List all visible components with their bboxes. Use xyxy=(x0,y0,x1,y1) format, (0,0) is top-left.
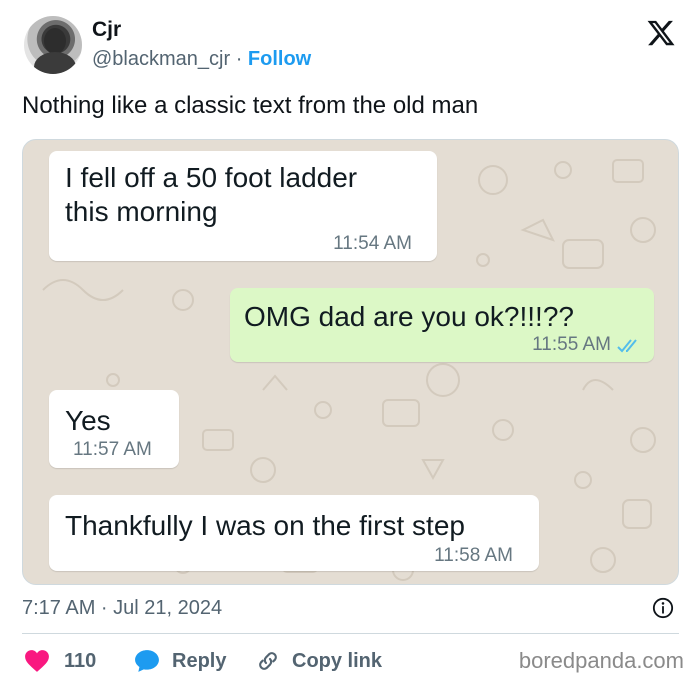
avatar[interactable] xyxy=(24,16,82,74)
chat-message-incoming: Yes 11:57 AM xyxy=(49,390,179,468)
message-time: 11:55 AM xyxy=(532,334,611,355)
divider xyxy=(22,633,679,634)
like-count: 110 xyxy=(64,649,97,672)
tweet-timestamp[interactable]: 7:17 AM · Jul 21, 2024 xyxy=(22,597,222,620)
avatar-head-shape xyxy=(44,28,66,54)
reply-bubble-icon xyxy=(135,650,159,672)
tweet-text: Nothing like a classic text from the old… xyxy=(22,92,479,119)
tweet-media-chat-screenshot[interactable]: I fell off a 50 foot ladder this morning… xyxy=(22,139,679,585)
x-logo-icon[interactable] xyxy=(646,18,676,48)
info-icon[interactable] xyxy=(652,597,674,619)
author-display-name[interactable]: Cjr xyxy=(92,18,121,42)
message-time: 11:57 AM xyxy=(73,439,152,460)
chat-message-outgoing: OMG dad are you ok?!!!?? 11:55 AM xyxy=(230,288,654,362)
like-button[interactable]: 110 xyxy=(24,646,96,676)
follow-button[interactable]: Follow xyxy=(248,48,311,70)
heart-icon xyxy=(25,650,49,672)
message-time: 11:54 AM xyxy=(333,233,412,254)
message-line: I fell off a 50 foot ladder xyxy=(65,162,358,193)
copy-link-button[interactable]: Copy link xyxy=(256,646,382,676)
message-time: 11:58 AM xyxy=(434,545,513,566)
chat-message-incoming: Thankfully I was on the first step 11:58… xyxy=(49,495,539,571)
link-icon xyxy=(259,652,277,670)
avatar-body-shape xyxy=(34,52,76,74)
chat-message-incoming: I fell off a 50 foot ladder this morning… xyxy=(49,151,437,261)
handle-separator: · xyxy=(235,48,243,70)
reply-label: Reply xyxy=(172,649,227,672)
message-text: I fell off a 50 foot ladder this morning xyxy=(65,161,357,229)
reply-button[interactable]: Reply xyxy=(134,646,226,676)
message-line: this morning xyxy=(65,196,218,227)
double-check-icon xyxy=(617,339,637,353)
watermark: boredpanda.com xyxy=(518,648,684,673)
copy-link-label: Copy link xyxy=(292,649,383,672)
author-handle-row: @blackman_cjr · Follow xyxy=(92,48,311,71)
message-text: Thankfully I was on the first step xyxy=(65,510,465,541)
message-text: OMG dad are you ok?!!!?? xyxy=(244,301,574,332)
author-handle[interactable]: @blackman_cjr xyxy=(92,48,230,70)
message-text: Yes xyxy=(65,405,111,436)
